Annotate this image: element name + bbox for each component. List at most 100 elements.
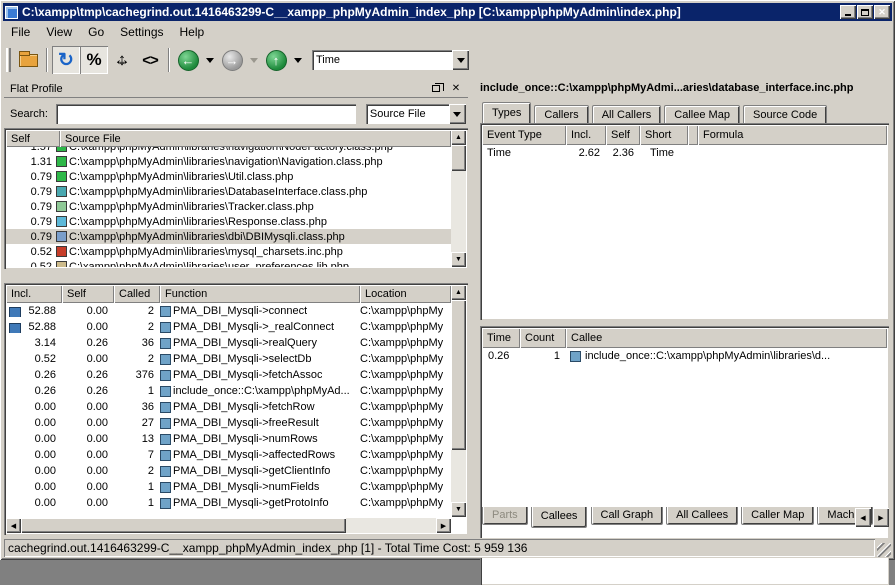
table-row[interactable]: 0.52 0.00 2 PMA_DBI_Mysqli->selectDb C:\… [6, 351, 451, 367]
forward-button[interactable]: → [218, 46, 246, 74]
dock-close-button[interactable]: ✕ [448, 82, 464, 96]
cost-bar-icon [9, 307, 21, 317]
column-header-short[interactable]: Short [640, 125, 688, 145]
callees-header: Time Count Callee [482, 328, 887, 348]
tab-types[interactable]: Types [482, 102, 531, 123]
table-row[interactable]: 0.00 0.00 13 PMA_DBI_Mysqli->numRows C:\… [6, 431, 451, 447]
function-icon [160, 418, 171, 429]
list-item[interactable]: 0.52 C:\xampp\phpMyAdmin\libraries\user_… [6, 259, 451, 267]
tab-scroll-right-button[interactable]: ▶ [873, 508, 889, 527]
scroll-down-button[interactable]: ▼ [451, 502, 466, 517]
open-file-button[interactable] [14, 46, 42, 74]
column-header-self[interactable]: Self [606, 125, 640, 145]
table-row[interactable]: 0.26 0.26 376 PMA_DBI_Mysqli->fetchAssoc… [6, 367, 451, 383]
scroll-thumb[interactable] [451, 300, 466, 450]
list-item[interactable]: 0.79 C:\xampp\phpMyAdmin\libraries\Datab… [6, 184, 451, 199]
list-item[interactable]: 1.57 C:\xampp\phpMyAdmin\libraries\navig… [6, 147, 451, 154]
tab-callees[interactable]: Callees [531, 507, 588, 528]
toolbar-handle[interactable] [6, 48, 11, 72]
scroll-thumb[interactable] [451, 145, 466, 171]
bottom-tabs: Parts Callees Call Graph All Callees Cal… [482, 507, 889, 529]
scroll-right-button[interactable]: ▶ [436, 518, 451, 533]
menu-help[interactable]: Help [172, 22, 213, 42]
scroll-down-button[interactable]: ▼ [451, 252, 466, 267]
table-row[interactable]: 0.00 0.00 2 PMA_DBI_Mysqli->getClientInf… [6, 463, 451, 479]
list-item[interactable]: 1.31 C:\xampp\phpMyAdmin\libraries\navig… [6, 154, 451, 169]
column-header-formula[interactable]: Formula [698, 125, 887, 145]
dock-float-button[interactable] [428, 82, 444, 96]
event-type-combobox[interactable]: Time [312, 50, 469, 70]
column-header-time[interactable]: Time [482, 328, 520, 348]
close-button[interactable]: ✕ [874, 5, 890, 19]
back-icon: ← [178, 50, 199, 71]
list-item[interactable]: 0.79 C:\xampp\phpMyAdmin\libraries\Util.… [6, 169, 451, 184]
back-button[interactable]: ← [174, 46, 202, 74]
column-header-incl[interactable]: Incl. [566, 125, 606, 145]
application-window: C:\xampp\tmp\cachegrind.out.1416463299-C… [0, 0, 895, 560]
table-row[interactable]: 52.88 0.00 2 PMA_DBI_Mysqli->connect C:\… [6, 303, 451, 319]
function-detail-panel: include_once::C:\xampp\phpMyAdmi...aries… [478, 80, 891, 535]
toolbar-separator [168, 48, 170, 72]
tab-source-code[interactable]: Source Code [743, 105, 827, 123]
tab-call-graph[interactable]: Call Graph [591, 507, 664, 525]
table-row[interactable]: 0.00 0.00 36 PMA_DBI_Mysqli->fetchRow C:… [6, 399, 451, 415]
column-header-callee[interactable]: Callee [566, 328, 887, 348]
menu-go[interactable]: Go [80, 22, 112, 42]
minimize-button[interactable] [840, 5, 856, 19]
back-dropdown-arrow[interactable] [206, 58, 214, 63]
table-row[interactable]: 0.00 0.00 1 PMA_DBI_Mysqli->numFields C:… [6, 479, 451, 495]
table-row[interactable]: 0.00 0.00 1 PMA_DBI_Mysqli->getProtoInfo… [6, 495, 451, 511]
tab-all-callees[interactable]: All Callees [666, 507, 738, 525]
scroll-up-button[interactable]: ▲ [451, 285, 466, 300]
scroll-left-button[interactable]: ◀ [6, 518, 21, 533]
up-button[interactable]: ↑ [262, 46, 290, 74]
column-header-incl[interactable]: Incl. [6, 285, 62, 303]
flat-profile-dock: Flat Profile ✕ Search: Source File Self … [2, 80, 470, 535]
table-row[interactable]: 0.26 0.26 1 include_once::C:\xampp\phpMy… [6, 383, 451, 399]
percent-toggle-button[interactable]: % [80, 46, 108, 74]
column-header-self[interactable]: Self [6, 130, 60, 147]
scroll-thumb[interactable] [21, 518, 346, 533]
reload-button[interactable]: ↻ [52, 46, 80, 74]
scroll-up-button[interactable]: ▲ [451, 130, 466, 145]
table-row[interactable]: 0.26 1 include_once::C:\xampp\phpMyAdmin… [482, 348, 887, 364]
column-header-location[interactable]: Location [360, 285, 451, 303]
combo-dropdown-button[interactable] [452, 50, 469, 70]
angle-brackets-icon: <> [142, 52, 158, 69]
forward-icon: → [222, 50, 243, 71]
list-item[interactable]: 0.79 C:\xampp\phpMyAdmin\libraries\Track… [6, 199, 451, 214]
combo-dropdown-button[interactable] [449, 104, 466, 124]
tab-all-callers[interactable]: All Callers [592, 105, 662, 123]
column-header-count[interactable]: Count [520, 328, 566, 348]
table-row[interactable]: 52.88 0.00 2 PMA_DBI_Mysqli->_realConnec… [6, 319, 451, 335]
menu-settings[interactable]: Settings [112, 22, 171, 42]
shorten-templates-button[interactable]: <> [136, 46, 164, 74]
column-header-called[interactable]: Called [114, 285, 160, 303]
table-row[interactable]: Time 2.62 2.36 Time [482, 145, 887, 161]
forward-dropdown-arrow[interactable] [250, 58, 258, 63]
column-header-self[interactable]: Self [62, 285, 114, 303]
table-row[interactable]: 0.00 0.00 7 PMA_DBI_Mysqli->affectedRows… [6, 447, 451, 463]
tab-parts[interactable]: Parts [482, 507, 528, 525]
menu-view[interactable]: View [38, 22, 80, 42]
maximize-button[interactable] [857, 5, 873, 19]
list-item[interactable]: 0.79 C:\xampp\phpMyAdmin\libraries\Respo… [6, 214, 451, 229]
table-row[interactable]: 0.00 0.00 27 PMA_DBI_Mysqli->freeResult … [6, 415, 451, 431]
list-item[interactable]: 0.52 C:\xampp\phpMyAdmin\libraries\mysql… [6, 244, 451, 259]
column-header-function[interactable]: Function [160, 285, 360, 303]
grouping-combobox[interactable]: Source File [366, 104, 466, 124]
tab-callers[interactable]: Callers [534, 105, 588, 123]
table-row[interactable]: 3.14 0.26 36 PMA_DBI_Mysqli->realQuery C… [6, 335, 451, 351]
search-input[interactable] [56, 104, 356, 124]
resize-grip[interactable] [877, 543, 891, 557]
expand-all-button[interactable]: ↔↕ [108, 46, 136, 74]
list-item-selected[interactable]: 0.79 C:\xampp\phpMyAdmin\libraries\dbi\D… [6, 229, 451, 244]
app-icon [5, 6, 18, 19]
up-dropdown-arrow[interactable] [294, 58, 302, 63]
menu-file[interactable]: File [3, 22, 38, 42]
tab-scroll-left-button[interactable]: ◀ [855, 508, 871, 527]
column-header-event-type[interactable]: Event Type [482, 125, 566, 145]
column-header-source-file[interactable]: Source File [60, 130, 451, 147]
tab-callee-map[interactable]: Callee Map [664, 105, 740, 123]
tab-caller-map[interactable]: Caller Map [741, 507, 814, 525]
